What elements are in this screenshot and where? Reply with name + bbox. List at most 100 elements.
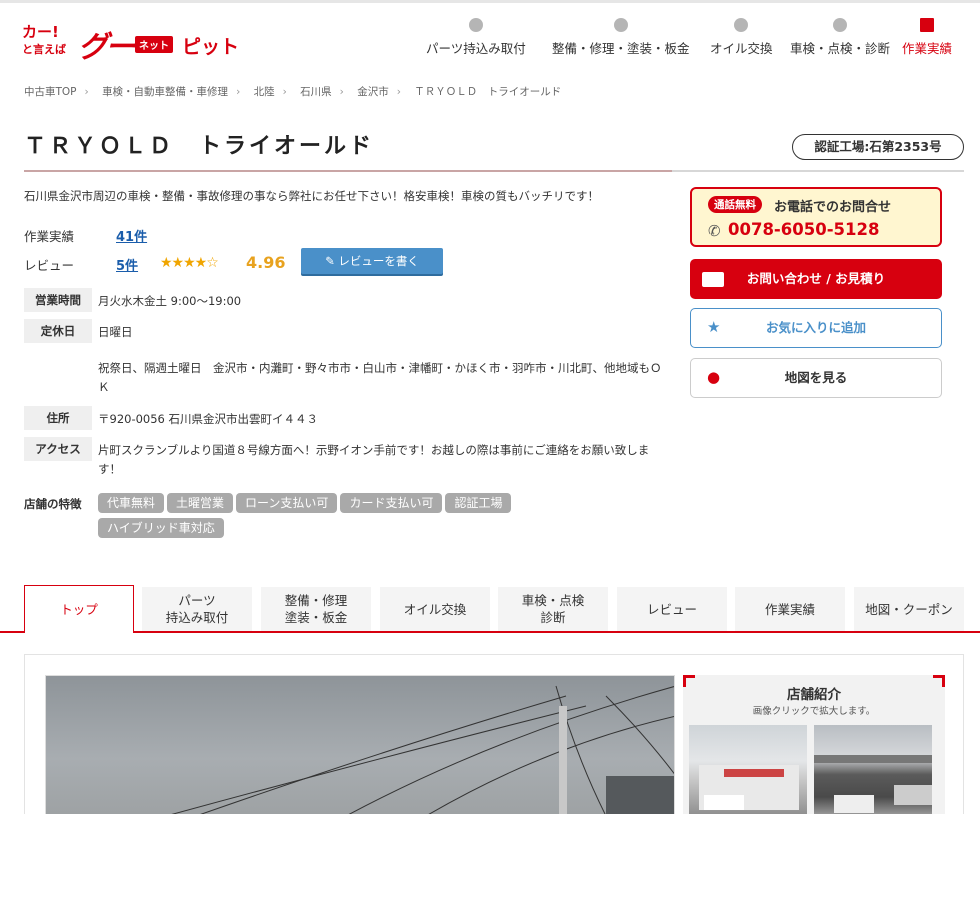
inspection-icon xyxy=(833,18,847,32)
chevron-right-icon: › xyxy=(339,86,344,98)
feature-tag: カード支払い可 xyxy=(340,493,443,513)
view-map-button[interactable]: ● 地図を見る xyxy=(690,358,942,398)
wrench-icon xyxy=(613,18,628,32)
feature-tag: 土曜営業 xyxy=(167,493,234,513)
work-results-count-link[interactable]: 41件 xyxy=(116,226,147,245)
shop-thumbnail[interactable] xyxy=(814,725,932,814)
top-border xyxy=(0,0,980,3)
shop-garage-image xyxy=(814,755,932,813)
feature-tag: 認証工場 xyxy=(445,493,512,513)
title-divider-accent xyxy=(24,170,672,172)
view-map-label: 地図を見る xyxy=(784,370,848,385)
phone-contact-box[interactable]: 通話無料 お電話でのお問合せ ✆ 0078-6050-5128 xyxy=(690,187,942,247)
tab-inspection-label: 車検・点検 診断 xyxy=(521,593,585,625)
free-call-badge: 通話無料 xyxy=(708,196,762,213)
chevron-right-icon: › xyxy=(236,86,241,98)
breadcrumb-item[interactable]: 車検・自動車整備・車修理 xyxy=(102,86,228,98)
tab-review[interactable]: レビュー xyxy=(617,587,727,631)
features-label: 店舗の特徴 xyxy=(24,497,82,511)
logo-text-goo: グー xyxy=(78,30,135,65)
factory-icon xyxy=(920,18,934,32)
tab-maintenance[interactable]: 整備・修理 塗装・板金 xyxy=(261,587,371,631)
parts-icon xyxy=(468,18,483,32)
feature-tag: 代車無料 xyxy=(98,493,165,513)
address-label: 住所 xyxy=(24,406,92,430)
work-results-label: 作業実績 xyxy=(24,229,75,244)
global-nav: パーツ持込み取付 整備・修理・塗装・板金 オイル交換 車検・点検・診断 作業実績 xyxy=(420,18,980,64)
holiday-note: 祝祭日、隔週土曜日 金沢市・内灘町・野々市市・白山市・津幡町・かほく市・羽咋市・… xyxy=(98,361,662,394)
shop-exterior-image xyxy=(699,765,799,810)
nav-inspection[interactable]: 車検・点検・診断 xyxy=(790,18,890,64)
nav-maintenance[interactable]: 整備・修理・塗装・板金 xyxy=(552,18,690,64)
tab-top-label: トップ xyxy=(60,602,98,617)
shop-intro-title: 店舗紹介 xyxy=(787,687,841,703)
add-favorite-button[interactable]: ★ お気に入りに追加 xyxy=(690,308,942,348)
phone-icon: ✆ xyxy=(708,222,721,240)
mail-icon xyxy=(702,272,724,287)
oil-drop-icon xyxy=(734,18,749,32)
hours-label: 営業時間 xyxy=(24,288,92,312)
tab-oil-label: オイル交換 xyxy=(403,601,467,617)
tab-review-label: レビュー xyxy=(646,601,697,617)
tab-map-coupon[interactable]: 地図・クーポン xyxy=(854,587,964,631)
tab-parts-label: パーツ 持込み取付 xyxy=(165,593,229,625)
page-title: ＴＲＹＯＬＤ トライオールド xyxy=(24,134,375,159)
rating-score: 4.96 xyxy=(246,253,286,272)
chevron-right-icon: › xyxy=(396,86,401,98)
map-pin-icon: ● xyxy=(707,368,721,386)
shop-thumbnail[interactable] xyxy=(689,725,807,814)
review-count-link[interactable]: 5件 xyxy=(116,255,138,274)
site-logo[interactable]: カー! と言えば グー ネット ピット xyxy=(22,22,242,65)
logo-text-net: ネット xyxy=(135,36,173,53)
shop-intro-panel: 店舗紹介 画像クリックで拡大します。 xyxy=(683,675,945,814)
tab-parts[interactable]: パーツ 持込み取付 xyxy=(142,587,252,631)
tabs-divider xyxy=(0,631,980,633)
write-review-button[interactable]: ✎ レビューを書く xyxy=(301,248,443,274)
feature-tags: 代車無料 土曜営業 ローン支払い可 カード支払い可 認証工場 ハイブリッド車対応 xyxy=(98,492,578,542)
add-favorite-label: お気に入りに追加 xyxy=(765,320,866,335)
feature-tag: ローン支払い可 xyxy=(236,493,338,513)
certification-badge: 認証工場:石第2353号 xyxy=(792,134,964,160)
shop-tabs: トップ パーツ 持込み取付 整備・修理 塗装・板金 オイル交換 車検・点検 診断 レビ… xyxy=(24,585,980,633)
tab-top[interactable]: トップ xyxy=(24,585,134,633)
phone-number[interactable]: 0078-6050-5128 xyxy=(728,220,879,239)
shop-description: 石川県金沢市周辺の車検・整備・事故修理の事なら弊社にお任せ下さい！格安車検！車検… xyxy=(24,189,599,203)
nav-oil-label: オイル交換 xyxy=(710,41,773,56)
holiday-value: 日曜日 xyxy=(98,325,133,339)
breadcrumb: 中古車TOP › 車検・自動車整備・車修理 › 北陸 › 石川県 › 金沢市 › ＴＲＹＯ… xyxy=(24,84,569,99)
feature-tag: ハイブリッド車対応 xyxy=(98,518,224,538)
tab-work-results-label: 作業実績 xyxy=(764,601,815,617)
tab-maintenance-label: 整備・修理 塗装・板金 xyxy=(284,593,348,625)
main-shop-photo[interactable] xyxy=(45,675,675,814)
logo-text-pit: ピット xyxy=(182,36,240,58)
logo-text-car: カー! xyxy=(22,23,59,41)
star-icon: ★ xyxy=(707,318,721,336)
pencil-icon: ✎ xyxy=(325,254,339,268)
chevron-right-icon: › xyxy=(282,86,287,98)
hours-value: 月火水木金土 9:00〜19:00 xyxy=(98,294,242,308)
shop-intro-subtitle: 画像クリックで拡大します。 xyxy=(752,706,876,717)
address-value: 〒920-0056 石川県金沢市出雲町イ４４３ xyxy=(98,412,319,426)
nav-inspection-label: 車検・点検・診断 xyxy=(790,41,891,56)
tab-map-coupon-label: 地図・クーポン xyxy=(865,601,953,617)
nav-parts[interactable]: パーツ持込み取付 xyxy=(426,18,526,64)
breadcrumb-item[interactable]: 石川県 xyxy=(300,86,332,98)
tab-oil[interactable]: オイル交換 xyxy=(380,587,490,631)
access-value: 片町スクランブルより国道８号線方面へ！示野イオン手前です！お越しの際は事前にご連… xyxy=(98,443,650,476)
logo-text-sub: と言えば xyxy=(22,43,66,56)
access-label: アクセス xyxy=(24,437,92,461)
tab-work-results[interactable]: 作業実績 xyxy=(735,587,845,631)
tab-content: 店舗紹介 画像クリックで拡大します。 xyxy=(24,654,964,814)
tab-inspection[interactable]: 車検・点検 診断 xyxy=(498,587,608,631)
nav-oil[interactable]: オイル交換 xyxy=(710,18,773,64)
breadcrumb-item[interactable]: 中古車TOP xyxy=(24,86,77,98)
phone-contact-title: お電話でのお問合せ xyxy=(774,200,892,215)
nav-parts-label: パーツ持込み取付 xyxy=(426,41,526,56)
breadcrumb-item[interactable]: 金沢市 xyxy=(357,86,389,98)
inquiry-button[interactable]: お問い合わせ / お見積り xyxy=(690,259,942,299)
breadcrumb-item[interactable]: 北陸 xyxy=(254,86,275,98)
write-review-label: レビューを書く xyxy=(338,254,419,268)
chevron-right-icon: › xyxy=(84,86,89,98)
power-lines-image xyxy=(171,685,674,814)
nav-work-results[interactable]: 作業実績 xyxy=(902,18,952,64)
